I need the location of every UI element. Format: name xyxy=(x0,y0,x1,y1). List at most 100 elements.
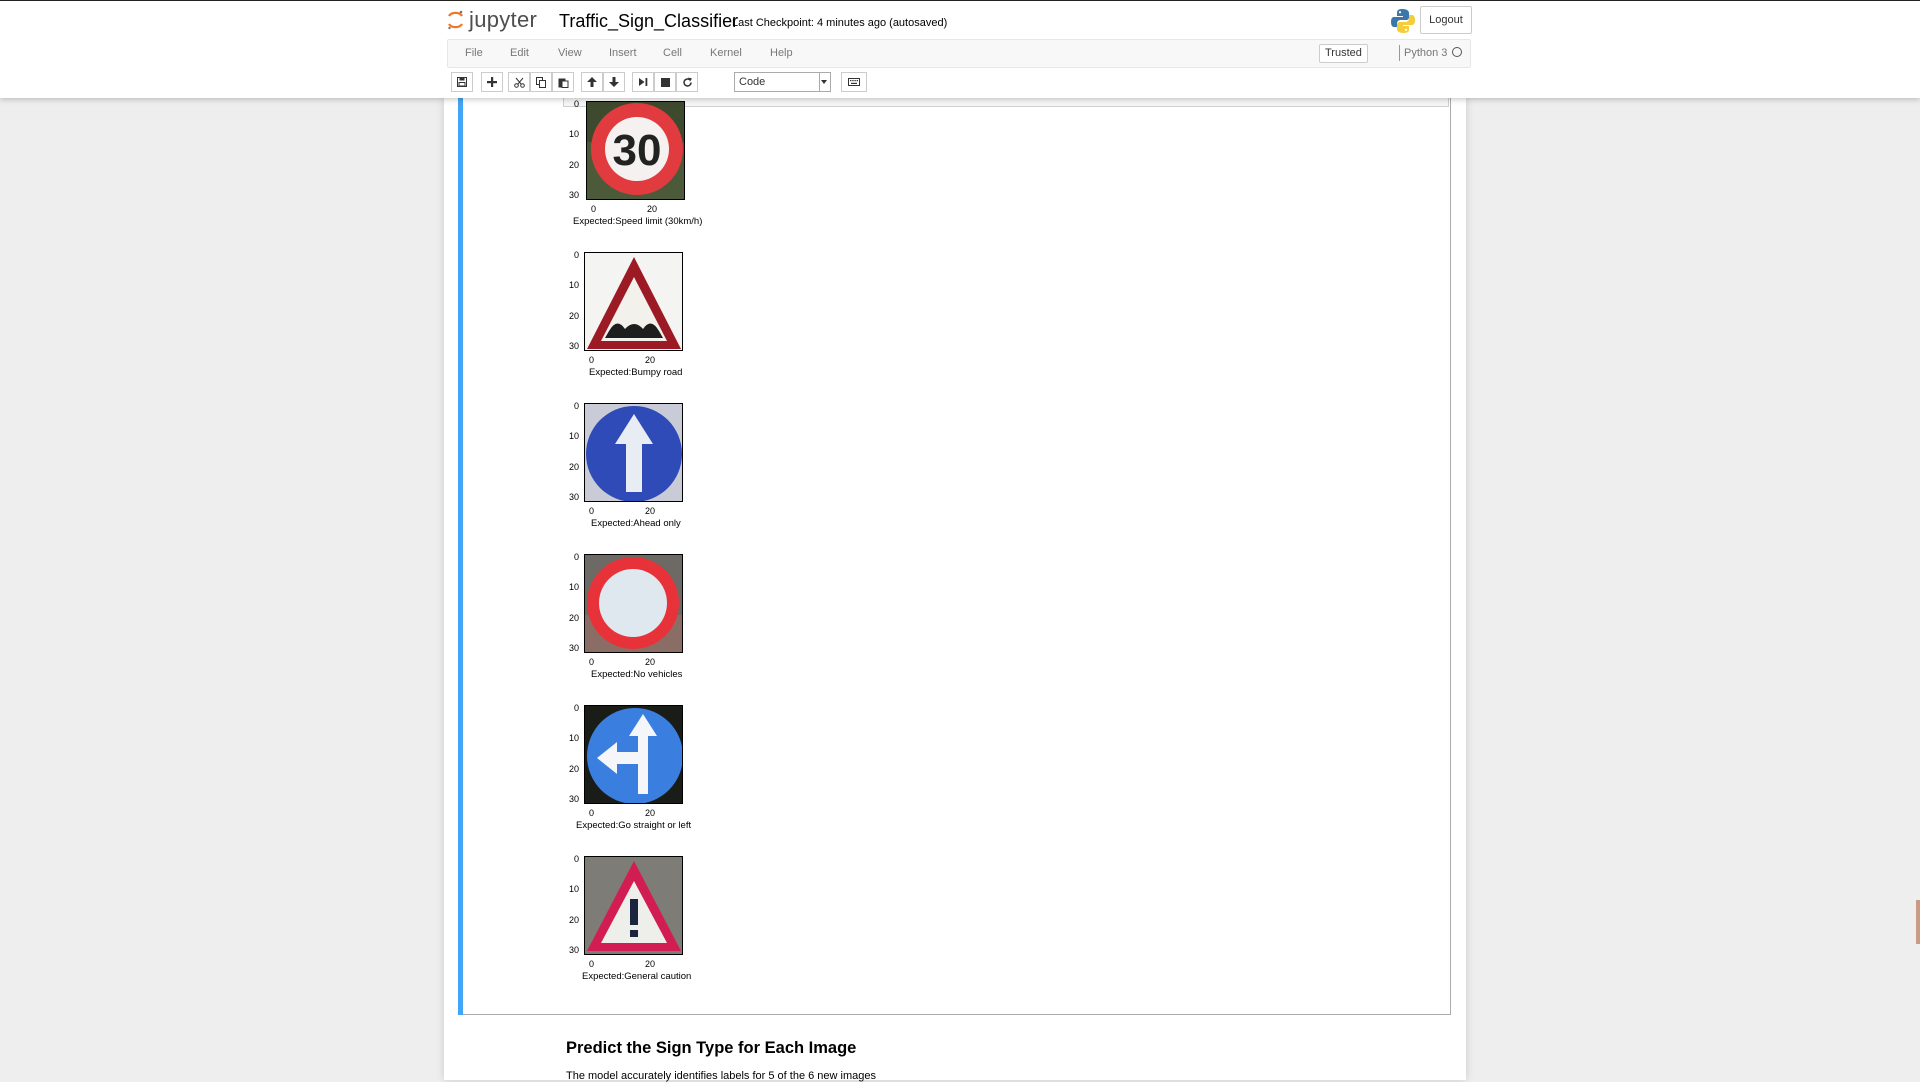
y-tick-label: 0 xyxy=(573,250,579,260)
y-tick-label: 30 xyxy=(568,190,579,200)
output-image-plot: 0 10 20 30 0 20 Expected:No vehicles xyxy=(565,552,705,704)
general-caution-sign-image xyxy=(584,856,683,955)
go-straight-or-left-sign-image xyxy=(584,705,683,804)
checkpoint-status: Last Checkpoint: 4 minutes ago (autosave… xyxy=(732,17,947,29)
markdown-text: The model accurately identifies labels f… xyxy=(566,1070,876,1082)
x-tick-label: 20 xyxy=(647,204,658,214)
scissors-icon xyxy=(513,77,525,88)
kernel-separator xyxy=(1399,45,1400,61)
menu-view[interactable]: View xyxy=(558,47,582,59)
output-image-plot: 0 10 20 30 0 20 Expected:Go straight or … xyxy=(565,703,705,855)
y-tick-label: 10 xyxy=(568,733,579,743)
output-image-plot: 0 10 20 30 30 0 20 Expected:Speed limit … xyxy=(565,99,705,251)
stop-icon xyxy=(660,77,670,87)
x-tick-label: 20 xyxy=(645,808,656,818)
save-button[interactable] xyxy=(451,72,473,92)
x-tick-label: 0 xyxy=(589,506,595,516)
y-tick-label: 30 xyxy=(568,945,579,955)
markdown-heading: Predict the Sign Type for Each Image xyxy=(566,1039,857,1057)
copy-button[interactable] xyxy=(530,72,552,92)
y-tick-label: 10 xyxy=(568,129,579,139)
move-up-button[interactable] xyxy=(581,72,603,92)
output-image-plot: 0 10 20 30 0 20 Expected:Bumpy road xyxy=(565,250,705,402)
image-caption: Expected:No vehicles xyxy=(591,669,683,680)
menu-edit[interactable]: Edit xyxy=(510,47,529,59)
trusted-indicator[interactable]: Trusted xyxy=(1319,44,1368,63)
move-down-button[interactable] xyxy=(603,72,625,92)
x-tick-label: 0 xyxy=(589,959,595,969)
y-tick-label: 20 xyxy=(568,311,579,321)
no-vehicles-sign-image xyxy=(584,554,683,653)
run-cell-button[interactable] xyxy=(632,72,654,92)
notebook-container: 0 10 20 30 30 0 20 Expected:Speed limit … xyxy=(444,97,1466,1082)
refresh-icon xyxy=(682,77,692,87)
x-tick-label: 20 xyxy=(645,657,656,667)
image-caption: Expected:Bumpy road xyxy=(589,367,683,378)
x-tick-label: 20 xyxy=(645,506,656,516)
y-tick-label: 20 xyxy=(568,915,579,925)
arrow-down-icon xyxy=(609,77,619,87)
menu-file[interactable]: File xyxy=(465,47,483,59)
cell-type-select[interactable]: Code xyxy=(734,72,831,92)
y-tick-label: 30 xyxy=(568,794,579,804)
y-tick-label: 0 xyxy=(573,703,579,713)
step-forward-icon xyxy=(639,78,648,86)
ahead-only-sign-image xyxy=(584,403,683,502)
menu-cell[interactable]: Cell xyxy=(663,47,682,59)
y-tick-label: 30 xyxy=(568,643,579,653)
jupyter-logo-icon xyxy=(447,10,464,30)
checkpoint-value: 4 minutes ago (autosaved) xyxy=(817,17,948,29)
command-palette-button[interactable] xyxy=(841,72,867,92)
y-tick-label: 10 xyxy=(568,431,579,441)
x-tick-label: 0 xyxy=(591,204,597,214)
y-tick-label: 0 xyxy=(573,854,579,864)
jupyter-logo[interactable]: jupyter xyxy=(447,7,537,33)
insert-cell-button[interactable] xyxy=(481,72,503,92)
plus-icon xyxy=(487,77,497,87)
y-tick-label: 20 xyxy=(568,462,579,472)
interrupt-kernel-button[interactable] xyxy=(654,72,676,92)
paste-icon xyxy=(558,78,568,88)
menu-help[interactable]: Help xyxy=(770,47,793,59)
speed-limit-30-sign-image: 30 xyxy=(586,101,685,200)
y-tick-label: 20 xyxy=(568,613,579,623)
x-tick-label: 20 xyxy=(645,355,656,365)
chevron-down-icon xyxy=(819,73,828,91)
x-tick-label: 0 xyxy=(589,355,595,365)
y-tick-label: 0 xyxy=(573,99,579,109)
menu-insert[interactable]: Insert xyxy=(609,47,637,59)
menubar: File Edit View Insert Cell Kernel Help T… xyxy=(447,39,1471,68)
output-image-plot: 0 10 20 30 0 20 Expected:Ahead only xyxy=(565,401,705,553)
header: jupyter Traffic_Sign_Classifier Last Che… xyxy=(0,0,1920,98)
kernel-idle-icon xyxy=(1452,47,1462,57)
logout-button[interactable]: Logout xyxy=(1420,6,1472,34)
jupyter-logo-text: jupyter xyxy=(469,7,538,32)
copy-icon xyxy=(535,76,546,88)
scrollbar-thumb[interactable] xyxy=(1916,900,1920,944)
x-tick-label: 0 xyxy=(589,808,595,818)
menu-kernel[interactable]: Kernel xyxy=(710,47,742,59)
svg-text:30: 30 xyxy=(613,126,662,175)
output-image-plot: 0 10 20 30 0 20 Expected:General caution xyxy=(565,854,705,1006)
y-tick-label: 10 xyxy=(568,582,579,592)
restart-kernel-button[interactable] xyxy=(676,72,698,92)
notebook-name[interactable]: Traffic_Sign_Classifier xyxy=(559,11,738,32)
image-caption: Expected:Speed limit (30km/h) xyxy=(573,216,703,227)
paste-button[interactable] xyxy=(552,72,574,92)
x-tick-label: 20 xyxy=(645,959,656,969)
bumpy-road-sign-image xyxy=(584,252,683,351)
header-container: jupyter Traffic_Sign_Classifier Last Che… xyxy=(447,1,1472,37)
y-tick-label: 20 xyxy=(568,764,579,774)
x-tick-label: 0 xyxy=(589,657,595,667)
y-tick-label: 0 xyxy=(573,401,579,411)
image-caption: Expected:Ahead only xyxy=(591,518,681,529)
y-tick-label: 20 xyxy=(568,160,579,170)
cut-button[interactable] xyxy=(508,72,530,92)
y-tick-label: 10 xyxy=(568,884,579,894)
keyboard-icon xyxy=(848,78,860,86)
code-cell-selected[interactable]: 0 10 20 30 30 0 20 Expected:Speed limit … xyxy=(458,97,1451,1015)
checkpoint-label: Last Checkpoint: xyxy=(732,17,814,29)
python-logo-icon xyxy=(1389,7,1417,35)
kernel-name[interactable]: Python 3 xyxy=(1404,47,1447,59)
y-tick-label: 30 xyxy=(568,341,579,351)
